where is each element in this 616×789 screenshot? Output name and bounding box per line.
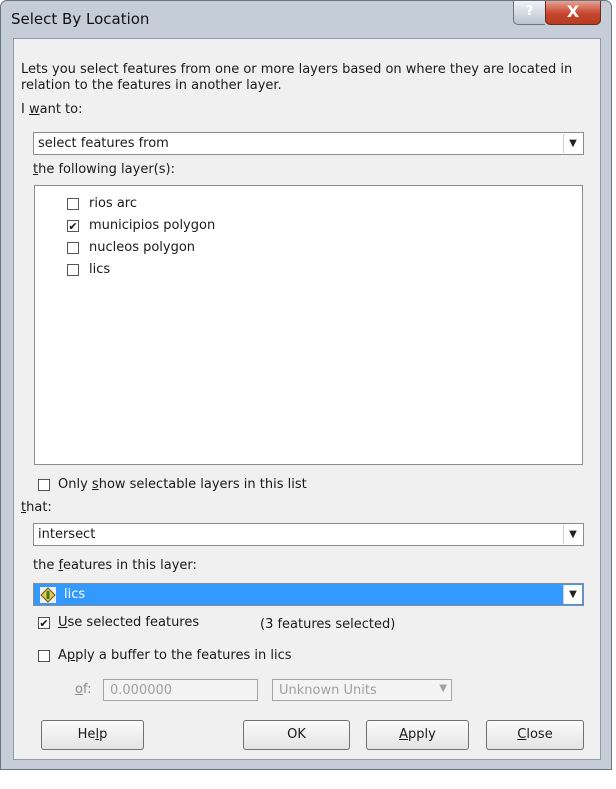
layer-diamond-icon (40, 587, 56, 603)
layer-item-label: municipios polygon (89, 218, 216, 233)
close-button[interactable]: Close (486, 720, 584, 750)
layer-item-label: nucleos polygon (89, 240, 196, 255)
apply-button[interactable]: Apply (366, 720, 469, 750)
want-to-label: I want to: (21, 102, 83, 117)
want-to-value: select features from (38, 136, 169, 151)
want-to-dropdown[interactable]: select features from ▼ (33, 132, 584, 155)
layer-checkbox[interactable] (67, 264, 79, 276)
layers-label: the following layer(s): (33, 162, 175, 177)
dialog-description: Lets you select features from one or mor… (21, 62, 573, 93)
checkbox-box[interactable] (38, 650, 50, 662)
chevron-down-icon[interactable]: ▼ (563, 585, 582, 604)
buffer-units-dropdown[interactable]: Unknown Units ▼ (272, 679, 452, 701)
layer-item-label: rios arc (89, 196, 137, 211)
close-window-button[interactable]: X (545, 1, 601, 25)
buffer-distance-input[interactable]: 0.000000 (103, 679, 258, 701)
selected-count: (3 features selected) (260, 617, 396, 632)
chevron-down-icon[interactable]: ▼ (563, 525, 582, 544)
that-label: that: (21, 500, 52, 515)
chevron-down-icon[interactable]: ▼ (563, 134, 582, 153)
help-title-button[interactable]: ? (513, 1, 545, 25)
layer-checkbox-checked[interactable]: ✔ (67, 220, 79, 232)
layer-item-label: lics (89, 262, 111, 277)
source-layer-value: lics (64, 587, 86, 602)
buffer-of-label: of: (75, 682, 92, 697)
source-layer-dropdown[interactable]: lics ▼ (33, 583, 584, 606)
title-bar[interactable]: Select By Location ? X (1, 1, 611, 37)
layer-checkbox[interactable] (67, 242, 79, 254)
ok-button[interactable]: OK (243, 720, 350, 750)
source-layer-label: the features in this layer: (33, 558, 197, 573)
checkbox-box-checked[interactable]: ✔ (38, 617, 50, 629)
spatial-method-dropdown[interactable]: intersect ▼ (33, 523, 584, 546)
checkbox-box[interactable] (38, 479, 50, 491)
layer-checkbox[interactable] (67, 198, 79, 210)
spatial-method-value: intersect (38, 527, 96, 542)
window-title: Select By Location (11, 10, 150, 28)
layer-list[interactable]: rios arc ✔ municipios polygon nucleos po… (34, 185, 583, 465)
help-button[interactable]: Help (41, 720, 144, 750)
chevron-down-icon[interactable]: ▼ (439, 683, 447, 694)
